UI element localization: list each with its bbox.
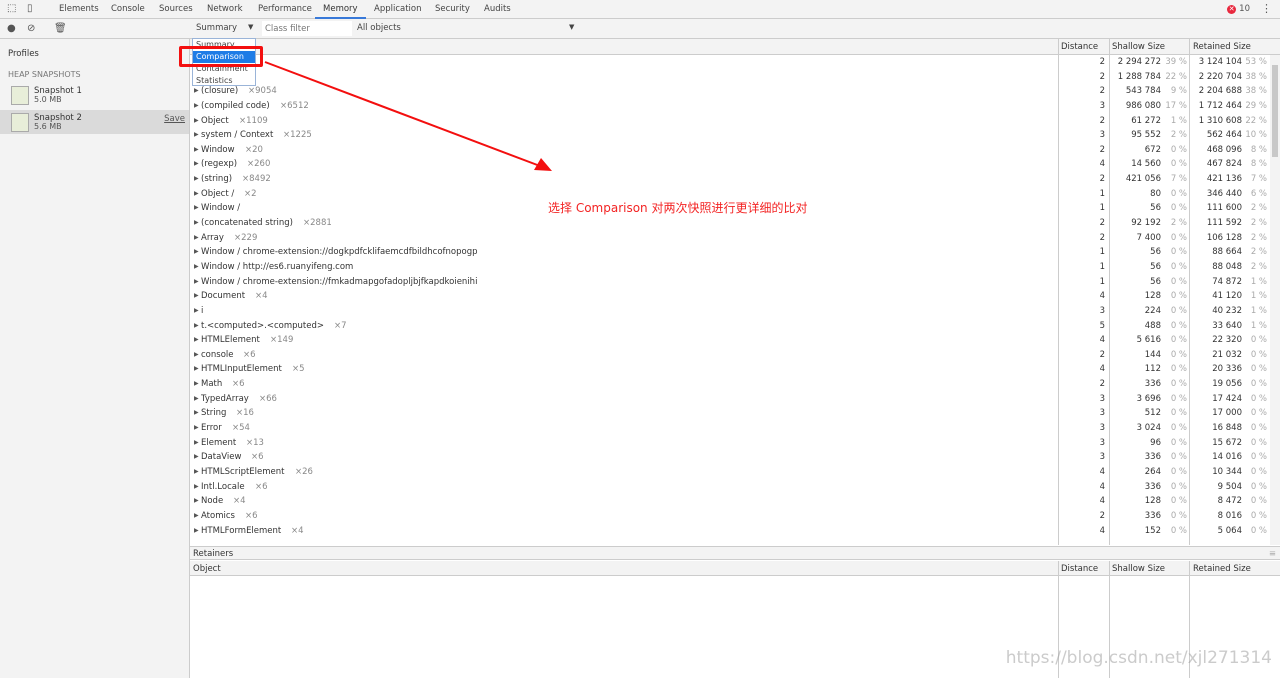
retainers-title: Retainers <box>193 549 234 559</box>
annotation-text: 选择 Comparison 对两次快照进行更详细的比对 <box>548 201 808 215</box>
annotation-arrow <box>264 61 552 171</box>
column-distance[interactable]: Distance <box>1061 564 1098 574</box>
retainers-grid-header: Object Distance Shallow Size Retained Si… <box>190 561 1280 576</box>
column-retained-size[interactable]: Retained Size <box>1193 564 1251 574</box>
retainers-panel-header: Retainers ≡ <box>190 546 1280 560</box>
watermark: https://blog.csdn.net/xjl271314 <box>1005 648 1272 668</box>
column-object[interactable]: Object <box>193 564 221 574</box>
column-shallow-size[interactable]: Shallow Size <box>1112 564 1165 574</box>
resize-handle-icon[interactable]: ≡ <box>1269 549 1276 559</box>
